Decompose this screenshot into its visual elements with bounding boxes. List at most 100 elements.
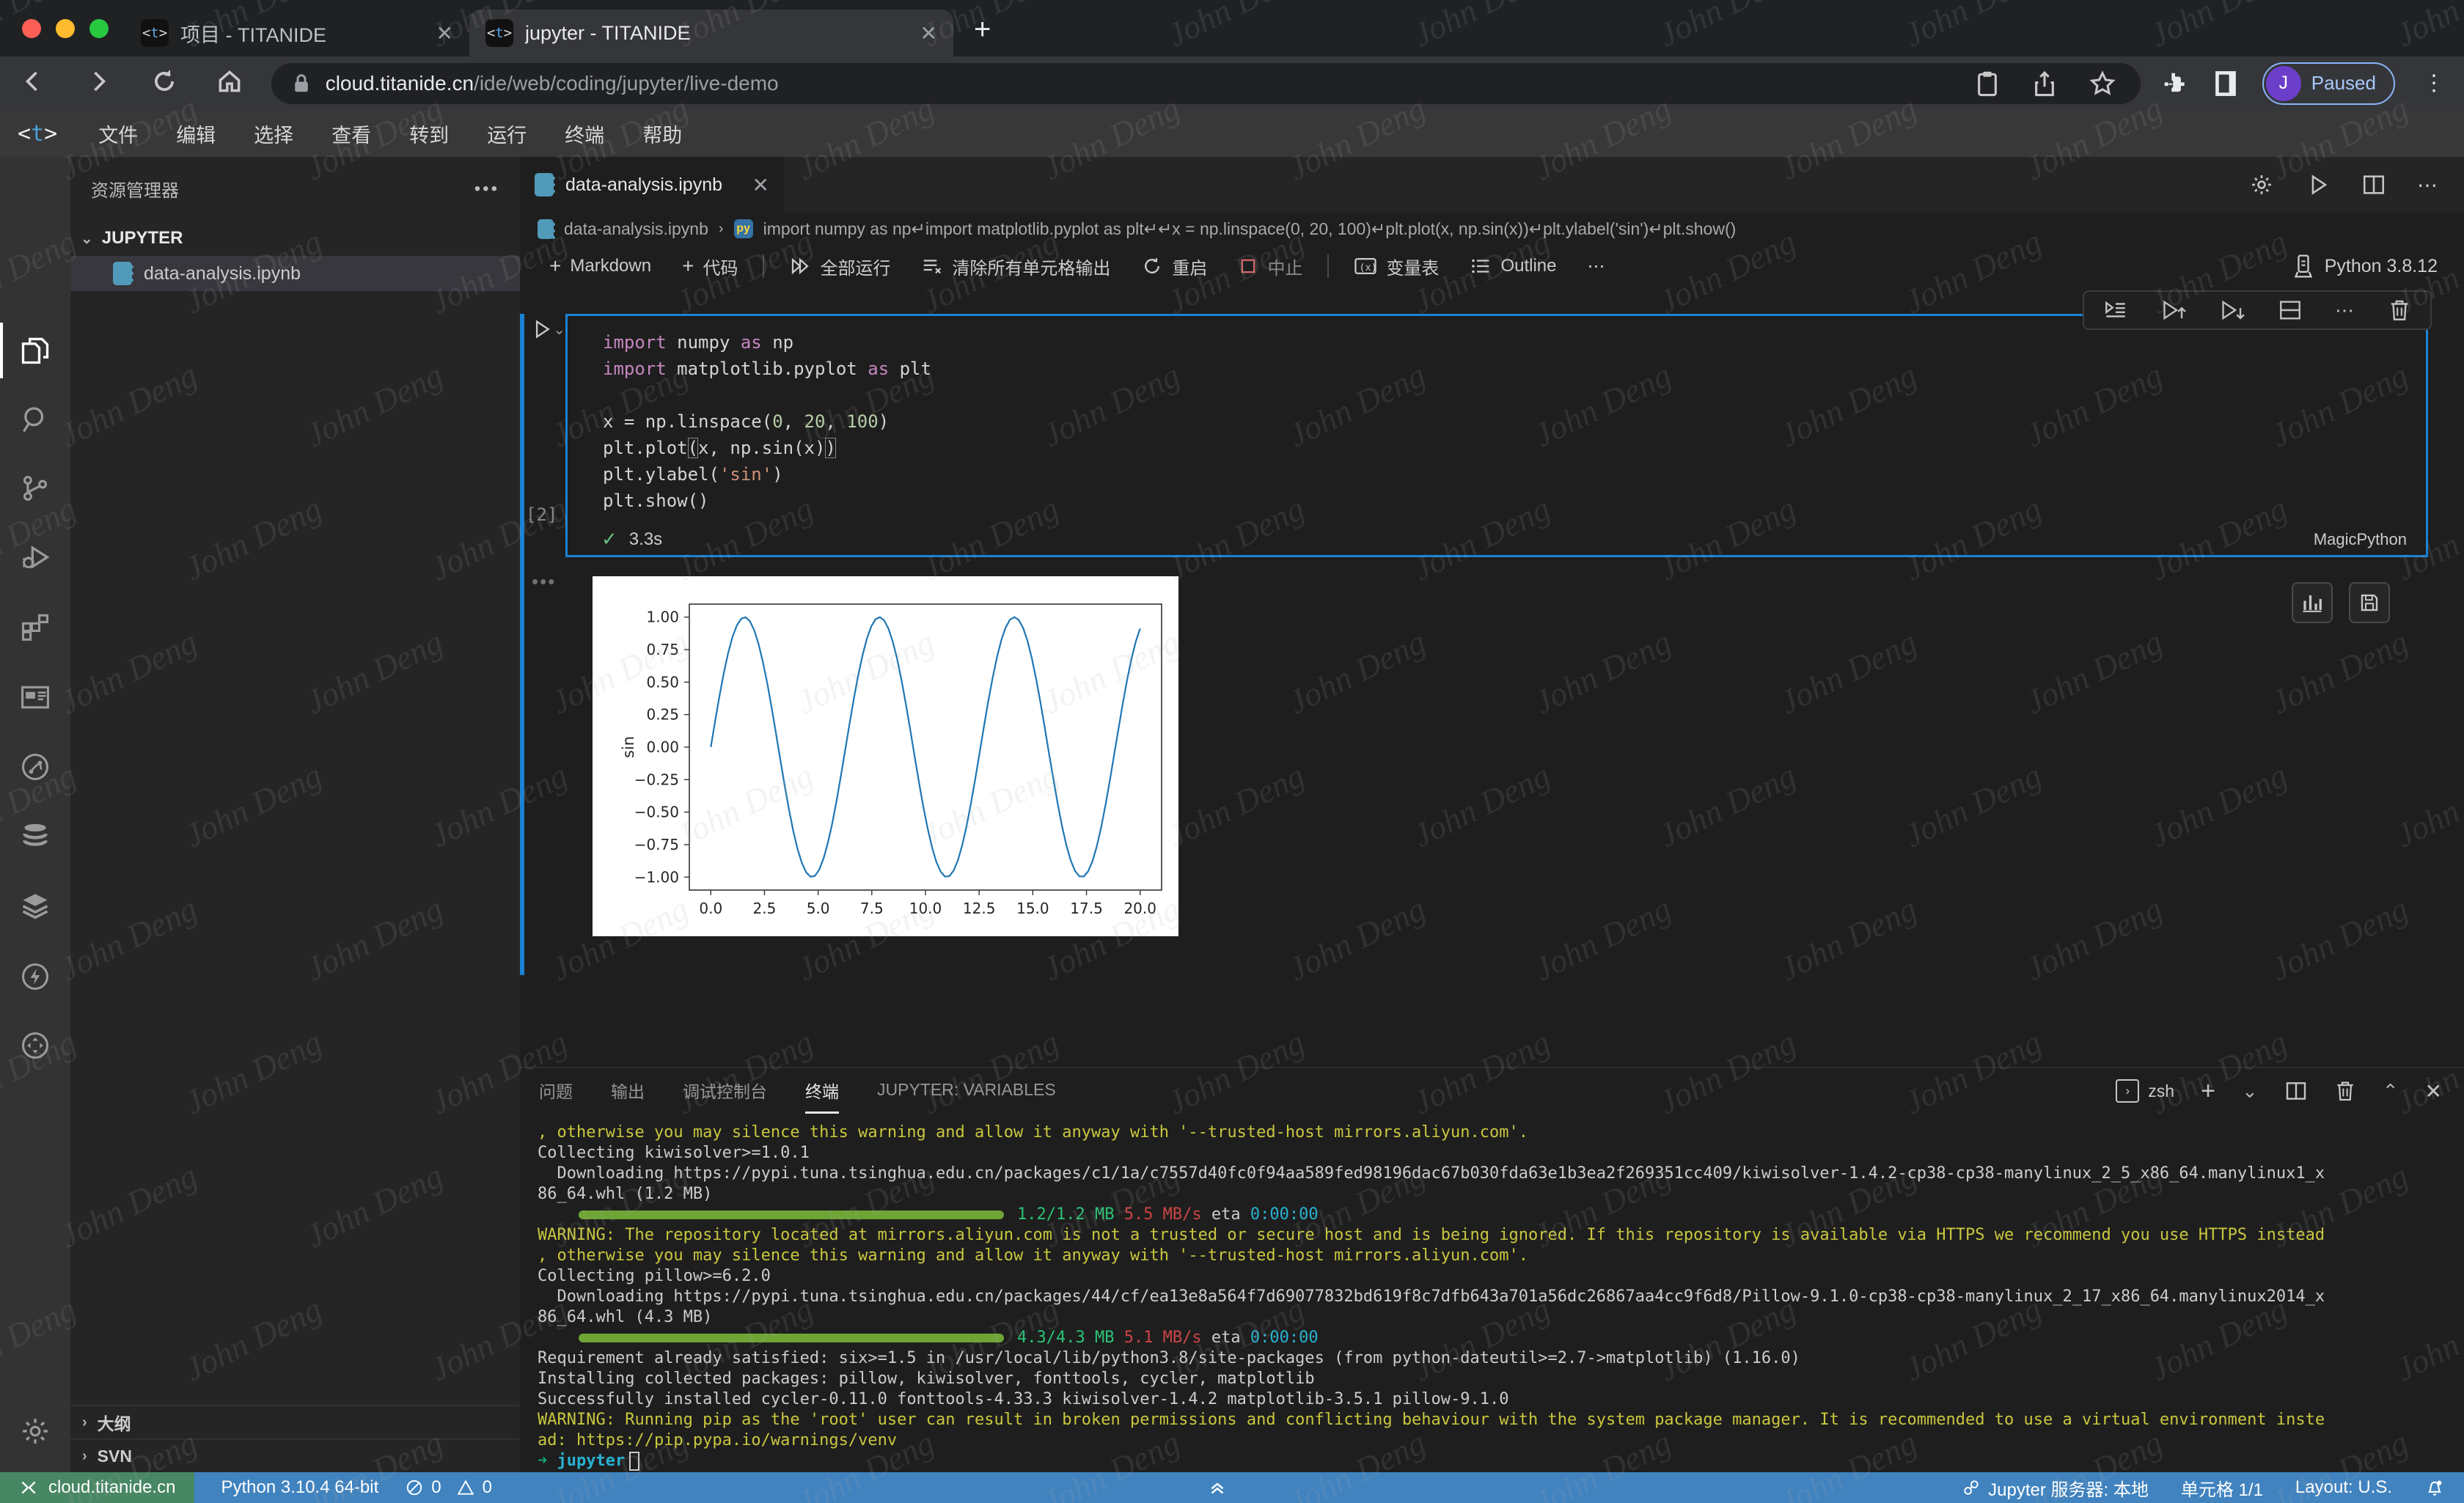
problems-indicator[interactable]: 0 0 <box>405 1477 492 1498</box>
maximize-panel-icon[interactable]: ⌃ <box>2383 1080 2399 1103</box>
add-code-button[interactable]: +代码 <box>670 249 749 284</box>
menu-edit[interactable]: 编辑 <box>157 120 235 148</box>
menu-help[interactable]: 帮助 <box>623 120 701 148</box>
run-cell-button[interactable]: ⌄ <box>530 317 565 342</box>
output-more-icon[interactable]: ••• <box>532 570 556 593</box>
kernel-picker[interactable]: Python 3.8.12 <box>2292 254 2464 279</box>
split-terminal-icon[interactable] <box>2284 1079 2308 1103</box>
new-terminal-icon[interactable]: + <box>2201 1077 2215 1106</box>
browser-tab-project[interactable]: <t> 项目 - TITANIDE ✕ <box>125 10 469 56</box>
tab-terminal[interactable]: 终端 <box>805 1068 839 1114</box>
menu-goto[interactable]: 转到 <box>390 120 468 148</box>
run-below-icon[interactable] <box>2219 298 2245 323</box>
new-tab-button[interactable]: + <box>974 13 991 46</box>
remote-indicator[interactable]: cloud.titanide.cn <box>0 1472 194 1503</box>
browser-tab-jupyter[interactable]: <t> jupyter - TITANIDE ✕ <box>469 10 953 56</box>
editor-more-icon[interactable]: ⋯ <box>2417 173 2439 197</box>
settings-gear-icon[interactable] <box>19 1415 51 1447</box>
interrupt-button[interactable]: 中止 <box>1226 249 1314 284</box>
kill-terminal-trash-icon[interactable] <box>2334 1079 2356 1103</box>
side-panel-icon[interactable] <box>2212 69 2239 98</box>
sidebar-section-outline[interactable]: › 大纲 <box>70 1405 520 1438</box>
toolbar-more-icon[interactable]: ⋯ <box>1575 251 1618 282</box>
clear-outputs-button[interactable]: 清除所有单元格输出 <box>909 249 1122 284</box>
run-icon[interactable] <box>2306 172 2331 197</box>
restart-button[interactable]: 重启 <box>1129 249 1219 284</box>
tab-jupyter-variables[interactable]: JUPYTER: VARIABLES <box>877 1068 1056 1114</box>
menu-run[interactable]: 运行 <box>468 120 546 148</box>
code-editor[interactable]: import numpy as npimport matplotlib.pypl… <box>568 316 2426 514</box>
cell-more-icon[interactable]: ⋯ <box>2335 299 2355 322</box>
home-icon[interactable] <box>197 67 262 99</box>
menu-selection[interactable]: 选择 <box>235 120 312 148</box>
cell-position-indicator[interactable]: 单元格 1/1 <box>2181 1475 2263 1501</box>
menu-terminal[interactable]: 终端 <box>546 120 623 148</box>
close-icon[interactable]: ✕ <box>920 21 937 45</box>
url-text[interactable]: cloud.titanide.cn/ide/web/coding/jupyter… <box>326 72 1960 95</box>
cell-language[interactable]: MagicPython <box>2314 530 2407 549</box>
breadcrumb-code-summary[interactable]: import numpy as np↵import matplotlib.pyp… <box>763 219 1737 239</box>
extensions-puzzle-icon[interactable] <box>2161 70 2189 98</box>
expand-panel-handle[interactable] <box>1206 1472 1228 1503</box>
forward-icon[interactable] <box>65 68 131 98</box>
python-interpreter[interactable]: Python 3.10.4 64-bit <box>221 1477 378 1498</box>
close-panel-icon[interactable]: ✕ <box>2425 1079 2442 1103</box>
terminal-dropdown-icon[interactable]: ⌄ <box>2242 1080 2258 1103</box>
source-control-icon[interactable] <box>19 472 51 504</box>
share-icon[interactable] <box>2032 70 2057 98</box>
maximize-window-button[interactable] <box>89 19 109 38</box>
run-all-button[interactable]: 全部运行 <box>777 249 902 284</box>
terminal-output[interactable]: , otherwise you may silence this warning… <box>520 1114 2464 1472</box>
sidebar-section-svn[interactable]: › SVN <box>70 1438 520 1472</box>
extensions-icon[interactable] <box>19 610 51 642</box>
sidebar-section-jupyter[interactable]: ⌄ JUPYTER <box>70 202 520 256</box>
bookmark-star-icon[interactable] <box>2089 70 2116 98</box>
tab-problems[interactable]: 问题 <box>539 1068 573 1114</box>
breadcrumb[interactable]: data-analysis.ipynb › py import numpy as… <box>520 213 2464 245</box>
move-arrows-icon[interactable] <box>19 1029 51 1062</box>
breadcrumb-file[interactable]: data-analysis.ipynb <box>564 219 708 239</box>
split-cell-icon[interactable] <box>2278 298 2303 323</box>
editor-tab-notebook[interactable]: data-analysis.ipynb ✕ <box>520 157 784 213</box>
tab-output[interactable]: 输出 <box>611 1068 645 1114</box>
browser-menu-icon[interactable]: ⋮ <box>2423 70 2445 96</box>
address-bar[interactable]: cloud.titanide.cn/ide/web/coding/jupyter… <box>271 63 2141 104</box>
close-icon[interactable]: ✕ <box>436 21 453 45</box>
run-by-line-icon[interactable] <box>2103 298 2128 323</box>
preview-panel-icon[interactable] <box>19 682 51 714</box>
reload-icon[interactable] <box>131 67 197 99</box>
back-icon[interactable] <box>0 68 65 98</box>
minimize-window-button[interactable] <box>56 19 75 38</box>
code-cell[interactable]: import numpy as npimport matplotlib.pypl… <box>565 314 2428 557</box>
chart-viewer-button[interactable] <box>2292 582 2333 623</box>
delete-cell-icon[interactable] <box>2388 298 2411 323</box>
outline-button[interactable]: Outline <box>1458 251 1568 282</box>
database-icon[interactable] <box>19 820 51 852</box>
close-icon[interactable]: ✕ <box>752 173 769 197</box>
profile-button[interactable]: J Paused <box>2262 62 2395 105</box>
close-window-button[interactable] <box>22 19 41 38</box>
notebook-settings-gear-icon[interactable] <box>2248 172 2275 198</box>
layers-icon[interactable] <box>19 889 51 921</box>
clipboard-icon[interactable] <box>1975 70 2000 98</box>
run-above-icon[interactable] <box>2160 298 2187 323</box>
variables-button[interactable]: (x) 变量表 <box>1342 249 1451 284</box>
chevron-down-icon[interactable]: ⌄ <box>553 320 565 339</box>
lightning-icon[interactable] <box>19 960 51 993</box>
explorer-icon[interactable] <box>19 334 51 367</box>
split-editor-icon[interactable] <box>2361 172 2386 197</box>
jupyter-server-indicator[interactable]: Jupyter 服务器: 本地 <box>1962 1475 2149 1501</box>
add-markdown-button[interactable]: +Markdown <box>538 250 663 282</box>
menu-view[interactable]: 查看 <box>312 120 390 148</box>
search-icon[interactable] <box>19 403 51 436</box>
menu-file[interactable]: 文件 <box>79 120 157 148</box>
keyboard-layout-indicator[interactable]: Layout: U.S. <box>2295 1477 2392 1498</box>
sidebar-more-icon[interactable]: ••• <box>474 179 499 199</box>
save-output-button[interactable] <box>2349 582 2390 623</box>
sidebar-item-notebook[interactable]: data-analysis.ipynb <box>70 256 520 291</box>
share-circle-icon[interactable] <box>19 751 51 783</box>
terminal-shell-picker[interactable]: › zsh <box>2116 1079 2174 1103</box>
window-controls[interactable] <box>22 19 109 38</box>
notifications-bell-icon[interactable] <box>2424 1477 2445 1498</box>
tab-debug-console[interactable]: 调试控制台 <box>683 1068 767 1114</box>
